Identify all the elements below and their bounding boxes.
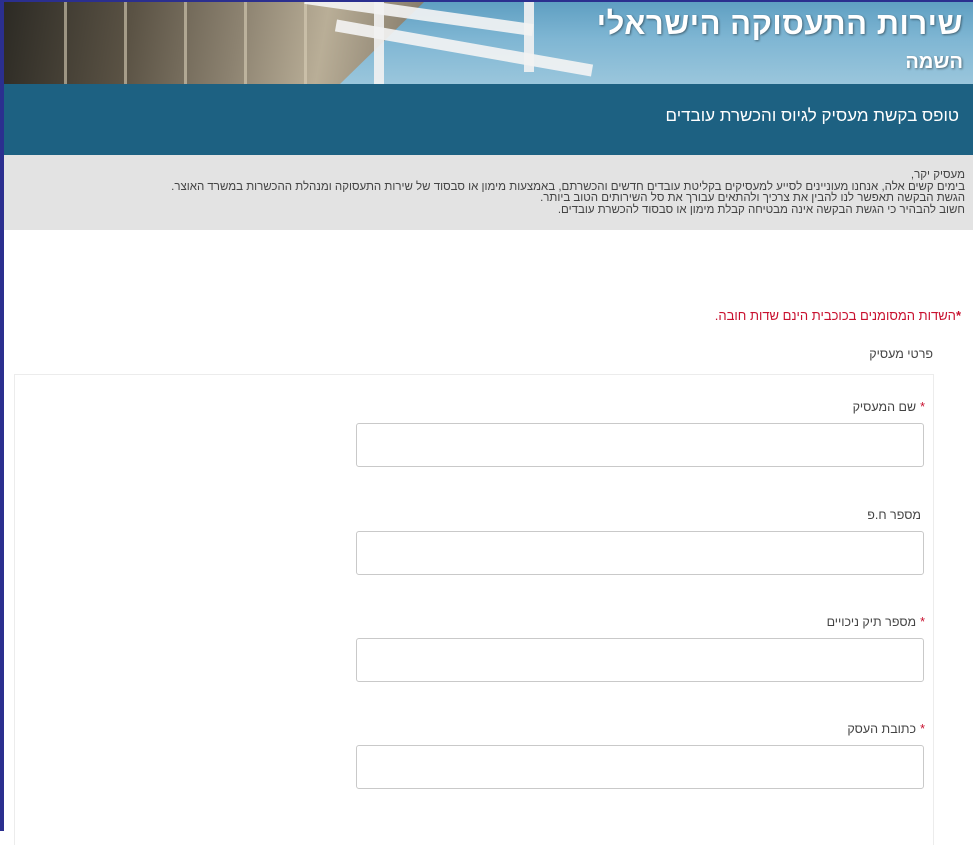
- company-number-input[interactable]: [356, 531, 924, 575]
- pier-image: [4, 2, 424, 84]
- site-title: שירות התעסוקה הישראלי: [596, 6, 963, 41]
- form-title-bar: טופס בקשת מעסיק לגיוס והכשרת עובדים: [4, 84, 973, 155]
- intro-line: מעסיק יקר,: [910, 169, 965, 181]
- site-subtitle: השמה: [905, 51, 963, 73]
- required-star: *: [955, 308, 961, 323]
- required-fields-note: *השדות המסומנים בכוכבית הינם שדות חובה.: [715, 308, 961, 323]
- header-banner: שירות התעסוקה הישראלי השמה: [4, 2, 973, 84]
- intro-line: הגשת הבקשה תאפשר לנו להבין את צרכיך ולהת…: [540, 192, 965, 204]
- deductions-file-input[interactable]: [356, 638, 924, 682]
- required-star: *: [920, 722, 925, 736]
- company-number-label: מספר ח.פ: [867, 508, 925, 522]
- employer-name-label-text: שם המעסיק: [852, 400, 917, 414]
- intro-box: מעסיק יקר, בימים קשים אלה, אנחנו מעוניינ…: [4, 155, 973, 230]
- form-title: טופס בקשת מעסיק לגיוס והכשרת עובדים: [665, 106, 960, 125]
- intro-line: חשוב להבהיר כי הגשת הבקשה אינה מבטיחה קב…: [557, 203, 965, 216]
- business-address-label: *כתובת העסק: [847, 722, 925, 736]
- railing-post: [374, 2, 384, 84]
- deductions-file-label: *מספר תיק ניכויים: [827, 615, 925, 629]
- company-number-label-text: מספר ח.פ: [867, 508, 921, 522]
- railing-post: [524, 2, 534, 72]
- employer-name-label: *שם המעסיק: [853, 400, 925, 414]
- business-address-input[interactable]: [356, 745, 924, 789]
- employer-name-input[interactable]: [356, 423, 924, 467]
- required-note-text: השדות המסומנים בכוכבית הינם שדות חובה.: [714, 308, 956, 323]
- deductions-file-label-text: מספר תיק ניכויים: [826, 615, 917, 629]
- business-address-label-text: כתובת העסק: [847, 722, 917, 736]
- section-label-employer-details: פרטי מעסיק: [869, 347, 933, 361]
- required-star: *: [920, 615, 925, 629]
- required-star: *: [920, 400, 925, 414]
